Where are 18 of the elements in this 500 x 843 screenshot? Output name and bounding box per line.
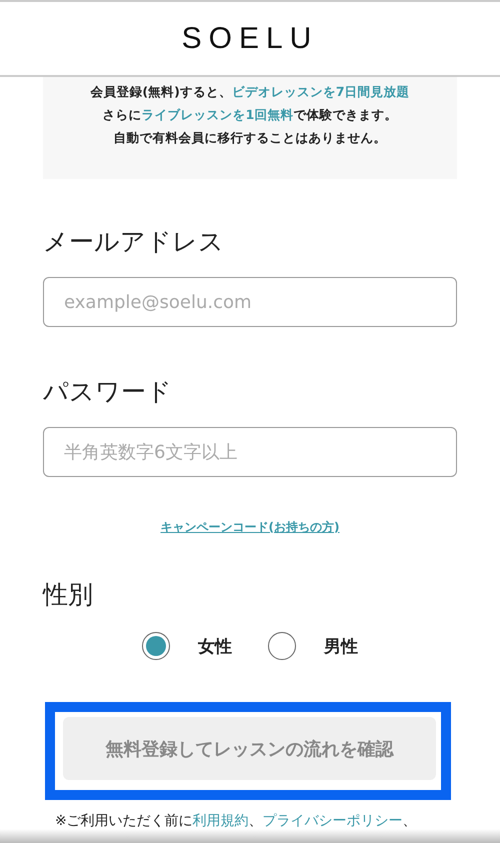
field-label: パスワード xyxy=(43,377,173,407)
radio-button[interactable] xyxy=(268,632,296,660)
logo: SOELU xyxy=(182,22,318,56)
info-text: 自動で有料会員に移行することはありません。 xyxy=(114,129,386,147)
gender-label: 性別 xyxy=(43,580,94,610)
radio-button[interactable] xyxy=(142,632,170,660)
terms-link[interactable]: プライバシーポリシー xyxy=(262,813,403,829)
info-text: 会員登録(無料)すると、ビデオレッスンを7日間見放題 xyxy=(90,83,410,101)
terms-link[interactable]: 利用規約 xyxy=(192,813,249,829)
radio-label: 男性 xyxy=(324,636,358,658)
radio-label: 女性 xyxy=(198,636,232,658)
input-field[interactable]: example@soelu.com xyxy=(43,277,457,327)
input-field[interactable]: 半角英数字6文字以上 xyxy=(43,427,457,477)
register-button[interactable]: 無料登録してレッスンの流れを確認 xyxy=(63,717,436,780)
campaign-code-link[interactable]: キャンペーンコード(お持ちの方) xyxy=(160,519,340,536)
field-label: メールアドレス xyxy=(43,227,225,257)
terms-note: ※ご利用いただく前に利用規約、プライバシーポリシー、 xyxy=(55,812,418,830)
info-text: さらにライブレッスンを1回無料で体験できます。 xyxy=(102,106,398,124)
